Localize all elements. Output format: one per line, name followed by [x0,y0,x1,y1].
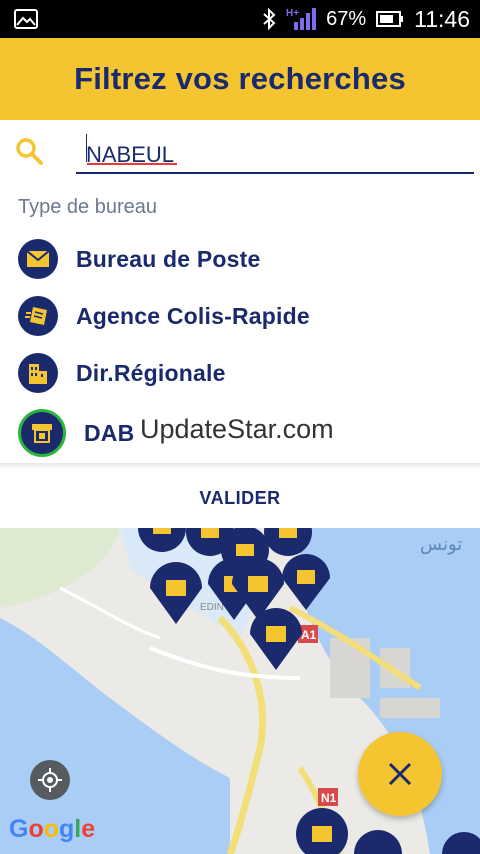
status-right: H+ 67% 11:46 [262,0,470,38]
filter-item-label: DAB [84,419,135,446]
header: Filtrez vos recherches [0,38,480,120]
validate-button[interactable]: VALIDER [199,488,280,509]
page-title: Filtrez vos recherches [74,61,406,96]
battery-percent: 67% [326,7,367,30]
crosshair-icon [38,768,62,792]
filter-item-label: Bureau de Poste [76,245,261,272]
envelope-icon [18,239,58,279]
road-label-n1: N1 [321,791,337,805]
search-row [0,120,480,182]
atm-icon [18,409,66,457]
atm-marker[interactable] [354,830,402,854]
spellcheck-underline [87,163,177,165]
parcel-icon [18,296,58,336]
filter-item-label: Dir.Régionale [76,359,226,386]
text-cursor [86,134,87,162]
section-label: Type de bureau [18,196,157,218]
network-type: H+ [286,8,299,19]
building-icon [18,353,58,393]
status-bar: H+ 67% 11:46 [0,0,480,38]
my-location-button[interactable] [30,760,70,800]
filter-item-label: Agence Colis-Rapide [76,302,310,329]
atm-marker[interactable] [296,808,348,854]
battery-icon [376,11,404,27]
close-icon [388,762,412,786]
atm-marker[interactable] [150,562,202,624]
validate-bar: VALIDER [0,468,480,528]
watermark: UpdateStar.com [140,414,334,444]
filter-item-agence-colis-rapide[interactable]: Agence Colis-Rapide [0,288,480,344]
close-filter-button[interactable] [358,732,442,816]
filter-item-dir-regionale[interactable]: Dir.Régionale [0,345,480,401]
search-input[interactable] [76,132,474,174]
google-logo: Google [9,812,99,851]
search-icon[interactable] [14,136,44,166]
signal-icon: H+ [286,8,317,30]
filter-item-bureau-de-poste[interactable]: Bureau de Poste [0,231,480,287]
road-label-a1: A1 [301,628,317,642]
bluetooth-icon [263,8,276,30]
atm-marker[interactable] [250,608,302,670]
map-label-tunis: تونس [420,534,462,555]
svg-text:Google: Google [9,815,95,843]
gallery-icon [14,9,38,29]
map-label-area: EDIN [200,602,224,613]
clock: 11:46 [414,5,470,32]
